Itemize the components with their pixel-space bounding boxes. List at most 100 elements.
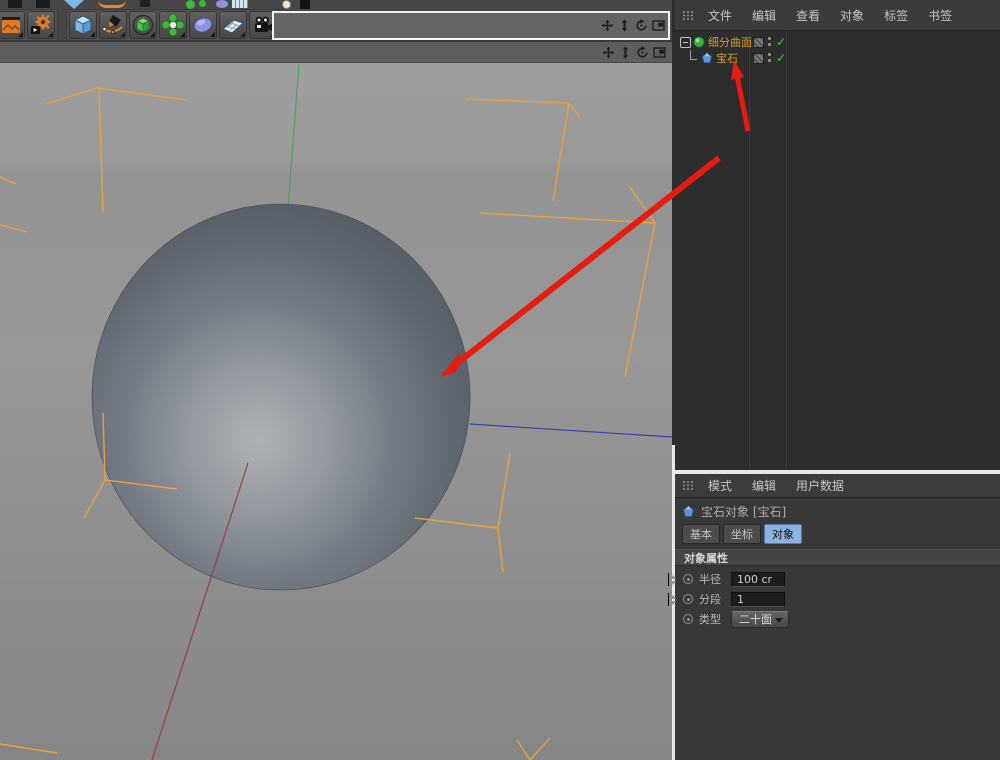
am-menu-edit[interactable]: 编辑 bbox=[743, 475, 785, 496]
cube-icon bbox=[71, 13, 95, 37]
om-menu-bookmarks[interactable]: 书签 bbox=[919, 5, 961, 26]
subdivision-surface-icon bbox=[693, 36, 705, 48]
clipped-icon bbox=[300, 0, 310, 9]
property-row-radius: 半径 bbox=[675, 569, 1000, 589]
attribute-manager: 模式 编辑 用户数据 宝石对象 [宝石] 基本 坐标 对象 对象属性 半径 bbox=[675, 474, 1000, 760]
render-button-group bbox=[0, 9, 58, 41]
gem-sphere-object bbox=[92, 204, 470, 590]
tab-coordinates[interactable]: 坐标 bbox=[723, 524, 761, 544]
property-label: 半径 bbox=[699, 571, 725, 587]
tab-basic[interactable]: 基本 bbox=[682, 524, 720, 544]
simulation-object-button[interactable] bbox=[189, 11, 217, 39]
cinema4d-window: 文件 编辑 查看 对象 标签 书签 细分曲面 ✓ bbox=[0, 0, 1000, 760]
floor-environment-button[interactable] bbox=[219, 11, 247, 39]
om-column-separator bbox=[749, 31, 750, 469]
clipped-bulb-icon bbox=[282, 0, 291, 9]
radius-stepper[interactable] bbox=[668, 573, 677, 586]
perspective-view-titlebar[interactable] bbox=[0, 40, 672, 63]
visibility-dots-icon[interactable] bbox=[768, 36, 772, 48]
enabled-check-icon[interactable]: ✓ bbox=[776, 36, 786, 48]
clipped-upper-toolbar-row bbox=[0, 0, 672, 9]
om-menu-view[interactable]: 查看 bbox=[787, 5, 829, 26]
z-axis-line bbox=[470, 424, 672, 437]
attribute-tabs: 基本 坐标 对象 bbox=[675, 524, 1000, 544]
property-label: 分段 bbox=[699, 591, 725, 607]
object-row-subdivision-surface[interactable]: 细分曲面 ✓ bbox=[675, 34, 1000, 50]
3d-viewport[interactable] bbox=[0, 63, 672, 760]
property-label: 类型 bbox=[699, 611, 725, 627]
type-dropdown-value: 二十面 bbox=[739, 611, 772, 627]
panel-grip-icon[interactable] bbox=[682, 480, 695, 491]
keyframe-dot-icon[interactable] bbox=[683, 574, 693, 584]
rotate-view-icon[interactable] bbox=[635, 19, 648, 32]
om-menu-edit[interactable]: 编辑 bbox=[743, 5, 785, 26]
expand-toggle-icon[interactable] bbox=[680, 37, 691, 48]
property-row-type: 类型 二十面 bbox=[675, 609, 1000, 629]
pan-view-icon[interactable] bbox=[601, 19, 614, 32]
object-creation-group bbox=[66, 9, 280, 41]
object-name[interactable]: 宝石 bbox=[716, 50, 738, 66]
om-column-separator bbox=[786, 31, 787, 469]
object-name[interactable]: 细分曲面 bbox=[708, 34, 752, 50]
tab-object[interactable]: 对象 bbox=[764, 524, 802, 544]
clipped-icon bbox=[140, 0, 150, 7]
floor-grid-icon bbox=[221, 13, 245, 37]
visibility-dots-icon[interactable] bbox=[768, 52, 772, 64]
render-settings-button[interactable] bbox=[27, 11, 55, 39]
clipped-pyramid-icon bbox=[64, 0, 84, 9]
viewport-scene bbox=[0, 63, 672, 760]
attribute-object-title: 宝石对象 [宝石] bbox=[701, 503, 786, 520]
render-settings-gear-icon bbox=[29, 13, 53, 37]
subdivision-cube-icon bbox=[131, 13, 155, 37]
panel-grip-icon[interactable] bbox=[682, 10, 695, 21]
object-tree[interactable]: 细分曲面 ✓ 宝石 ✓ bbox=[675, 31, 1000, 469]
subdivision-surface-button[interactable] bbox=[129, 11, 157, 39]
pan-view-icon[interactable] bbox=[602, 46, 615, 59]
object-row-gem[interactable]: 宝石 ✓ bbox=[675, 50, 1000, 66]
clipped-arc-icon bbox=[98, 0, 126, 8]
add-cube-button[interactable] bbox=[69, 11, 97, 39]
dolly-view-icon[interactable] bbox=[618, 19, 631, 32]
render-view-button[interactable] bbox=[0, 11, 25, 39]
pen-icon bbox=[101, 13, 125, 37]
om-menu-file[interactable]: 文件 bbox=[699, 5, 741, 26]
toggle-view-icon[interactable] bbox=[652, 19, 665, 32]
radius-input[interactable] bbox=[731, 572, 785, 587]
main-toolbar bbox=[0, 0, 672, 40]
gem-object-icon bbox=[682, 505, 695, 518]
dolly-view-icon[interactable] bbox=[619, 46, 632, 59]
om-menu-tags[interactable]: 标签 bbox=[875, 5, 917, 26]
layer-tag-icon[interactable] bbox=[753, 37, 764, 48]
segments-stepper[interactable] bbox=[668, 593, 677, 606]
attribute-manager-menubar: 模式 编辑 用户数据 bbox=[675, 474, 1000, 498]
am-menu-mode[interactable]: 模式 bbox=[699, 475, 741, 496]
toggle-view-icon[interactable] bbox=[653, 46, 666, 59]
chevron-down-icon bbox=[775, 618, 783, 623]
clipped-green-icon bbox=[199, 0, 206, 7]
layer-tag-icon[interactable] bbox=[753, 53, 764, 64]
deformer-button[interactable] bbox=[159, 11, 187, 39]
rotate-view-icon[interactable] bbox=[636, 46, 649, 59]
clipped-purple-icon bbox=[216, 0, 228, 8]
clipped-green-icon bbox=[186, 0, 195, 9]
am-menu-userdata[interactable]: 用户数据 bbox=[787, 475, 853, 496]
keyframe-dot-icon[interactable] bbox=[683, 594, 693, 604]
spline-pen-button[interactable] bbox=[99, 11, 127, 39]
object-properties-section-header: 对象属性 bbox=[675, 549, 1000, 566]
toolbar-tiles bbox=[0, 9, 280, 41]
keyframe-dot-icon[interactable] bbox=[683, 614, 693, 624]
right-panel: 文件 编辑 查看 对象 标签 书签 细分曲面 ✓ bbox=[675, 0, 1000, 760]
om-menu-objects[interactable]: 对象 bbox=[831, 5, 873, 26]
clipped-icon bbox=[8, 0, 22, 8]
viewport-group-titlebar[interactable] bbox=[272, 11, 670, 40]
object-manager-menubar: 文件 编辑 查看 对象 标签 书签 bbox=[675, 0, 1000, 31]
clipped-grid-icon bbox=[232, 0, 248, 8]
enabled-check-icon[interactable]: ✓ bbox=[776, 52, 786, 64]
type-dropdown[interactable]: 二十面 bbox=[731, 611, 789, 628]
property-row-segments: 分段 bbox=[675, 589, 1000, 609]
clipped-icon bbox=[36, 0, 50, 8]
segments-input[interactable] bbox=[731, 592, 785, 607]
deformer-flower-icon bbox=[161, 13, 185, 37]
render-view-icon bbox=[0, 13, 23, 37]
gem-object-icon bbox=[701, 52, 713, 64]
